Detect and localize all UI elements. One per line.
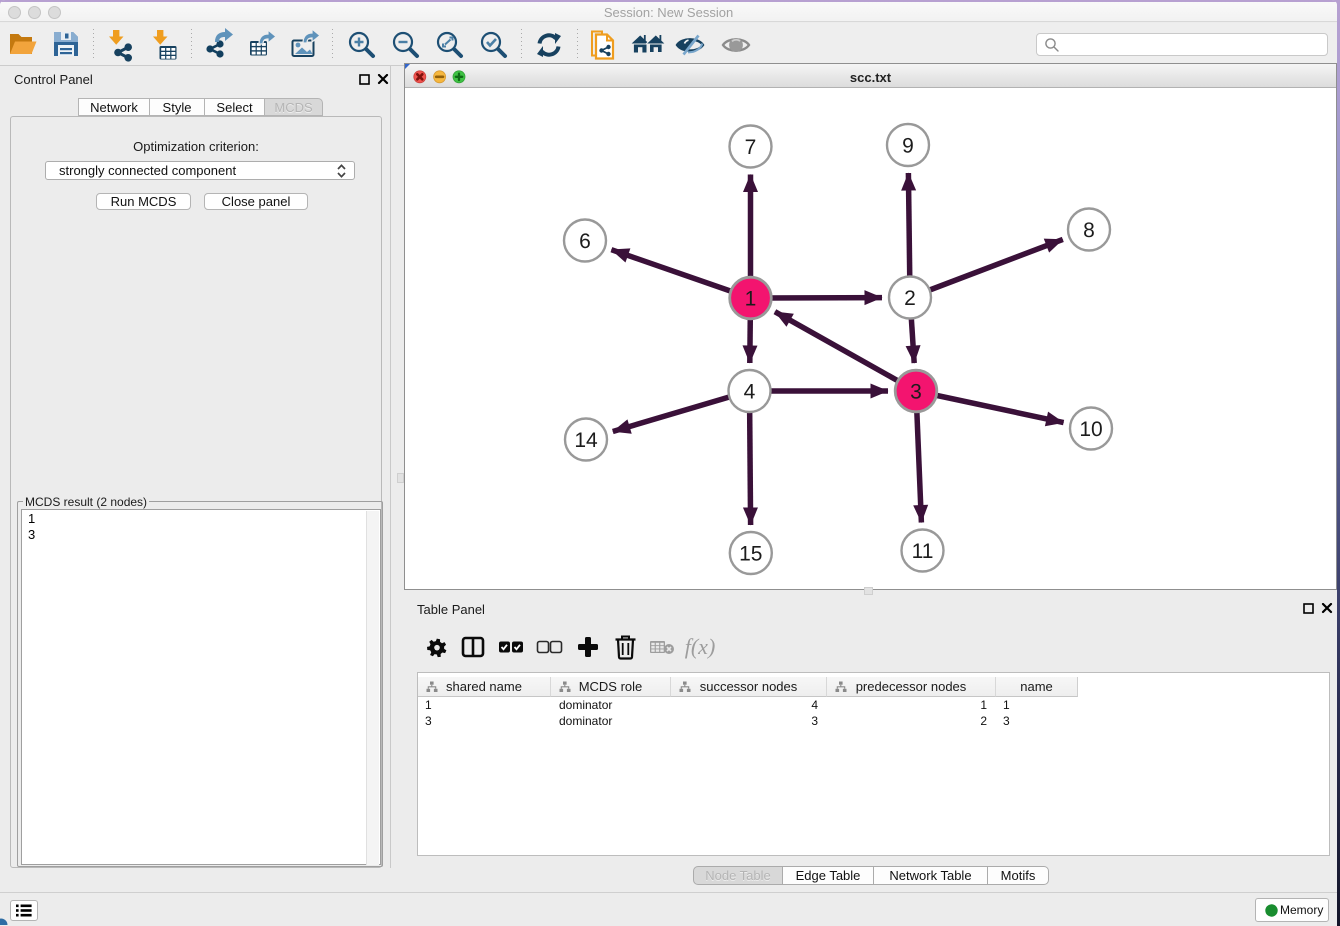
svg-text:15: 15 — [739, 543, 762, 566]
svg-text:9: 9 — [902, 135, 914, 158]
svg-text:4: 4 — [744, 381, 756, 404]
svg-text:1: 1 — [745, 288, 757, 311]
svg-text:10: 10 — [1079, 418, 1102, 441]
svg-text:f(x): f(x) — [685, 634, 716, 659]
svg-text:11: 11 — [912, 540, 934, 563]
svg-text:7: 7 — [745, 136, 757, 159]
svg-text:8: 8 — [1083, 219, 1095, 242]
svg-text:6: 6 — [579, 230, 591, 253]
svg-text:3: 3 — [910, 381, 922, 404]
svg-text:14: 14 — [574, 429, 598, 452]
svg-text:2: 2 — [904, 287, 916, 310]
